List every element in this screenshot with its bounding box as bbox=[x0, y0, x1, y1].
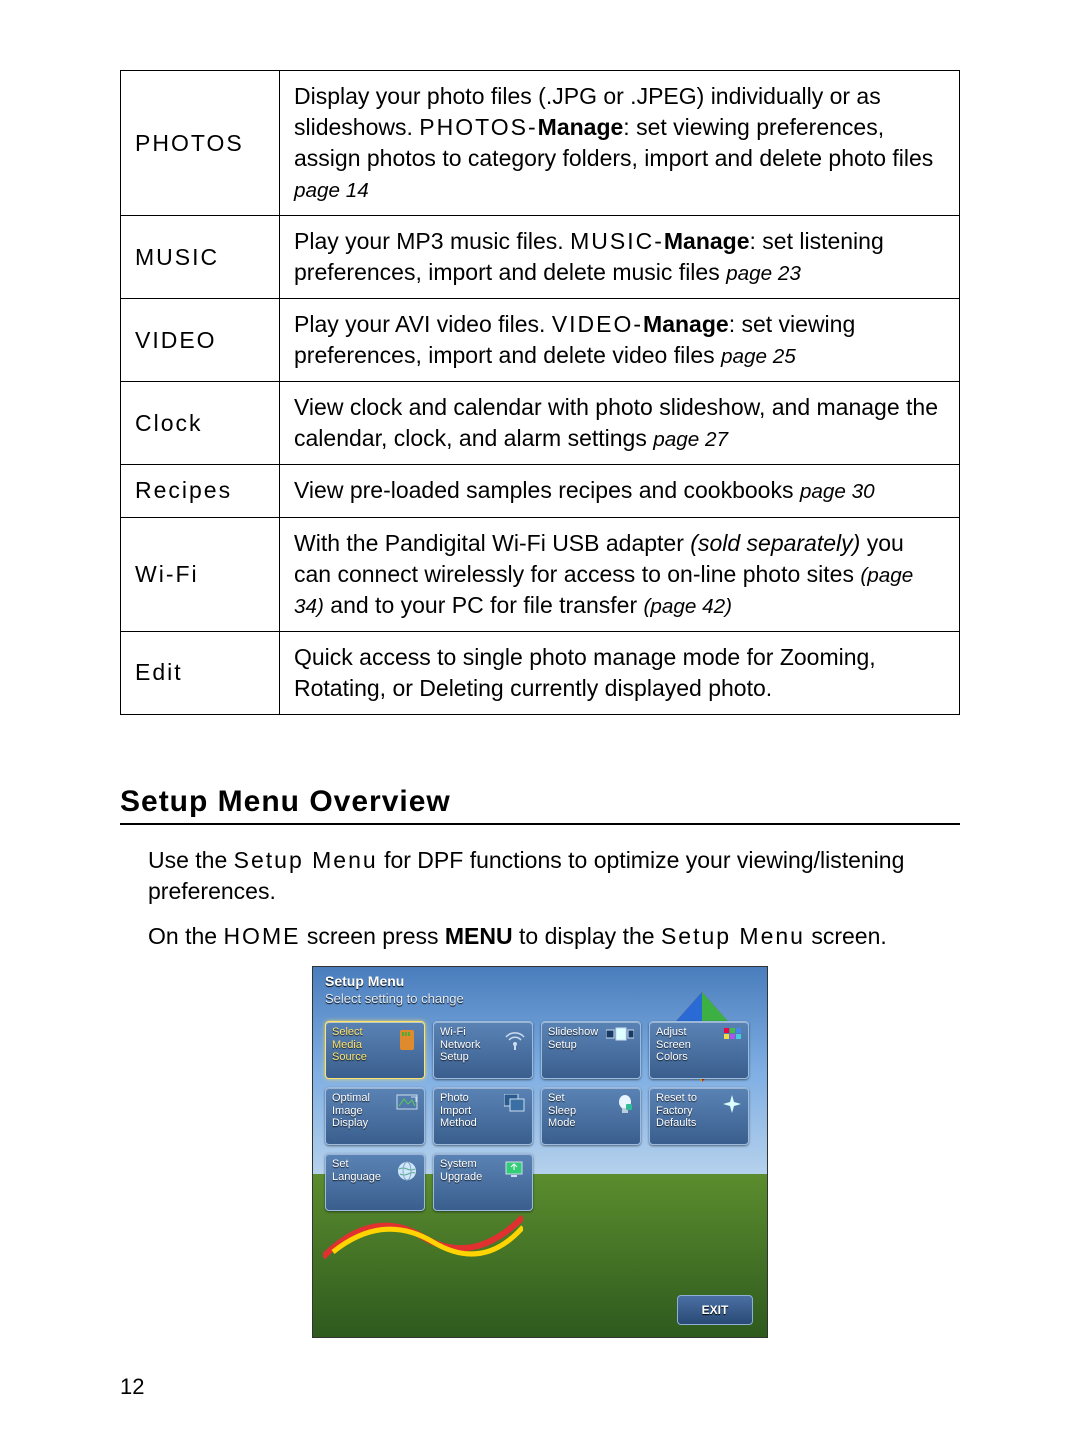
tile-photo-import-method[interactable]: Photo Import Method bbox=[433, 1087, 533, 1145]
paragraph: On the HOME screen press MENU to display… bbox=[148, 921, 960, 952]
exit-button[interactable]: EXIT bbox=[677, 1295, 753, 1325]
row-desc: Play your MP3 music files. MUSIC-Manage:… bbox=[280, 216, 960, 299]
photo-import-icon bbox=[504, 1094, 526, 1112]
row-label: Edit bbox=[121, 631, 280, 714]
table-row: PHOTOS Display your photo files (.JPG or… bbox=[121, 71, 960, 216]
table-row: Edit Quick access to single photo manage… bbox=[121, 631, 960, 714]
row-desc: View clock and calendar with photo slide… bbox=[280, 382, 960, 465]
sparkle-icon bbox=[722, 1094, 742, 1114]
document-page: PHOTOS Display your photo files (.JPG or… bbox=[0, 0, 1080, 1440]
table-row: VIDEO Play your AVI video files. VIDEO-M… bbox=[121, 299, 960, 382]
row-label: MUSIC bbox=[121, 216, 280, 299]
features-table: PHOTOS Display your photo files (.JPG or… bbox=[120, 70, 960, 715]
table-row: MUSIC Play your MP3 music files. MUSIC-M… bbox=[121, 216, 960, 299]
tile-set-sleep-mode[interactable]: Set Sleep Mode bbox=[541, 1087, 641, 1145]
tile-optimal-image-display[interactable]: Optimal Image Display bbox=[325, 1087, 425, 1145]
row-desc: Play your AVI video files. VIDEO-Manage:… bbox=[280, 299, 960, 382]
tile-grid: Select Media Source Wi-Fi Network Setup bbox=[325, 1021, 755, 1219]
slideshow-icon bbox=[606, 1026, 634, 1042]
row-desc: Quick access to single photo manage mode… bbox=[280, 631, 960, 714]
row-label: PHOTOS bbox=[121, 71, 280, 216]
row-label: Wi-Fi bbox=[121, 517, 280, 631]
tile-wifi-network-setup[interactable]: Wi-Fi Network Setup bbox=[433, 1021, 533, 1079]
wifi-antenna-icon bbox=[504, 1028, 526, 1050]
table-row: Clock View clock and calendar with photo… bbox=[121, 382, 960, 465]
row-desc: View pre-loaded samples recipes and cook… bbox=[280, 465, 960, 517]
page-number: 12 bbox=[120, 1374, 960, 1400]
row-label: VIDEO bbox=[121, 299, 280, 382]
screen-header: Setup Menu Select setting to change bbox=[313, 967, 767, 1008]
setup-menu-screenshot: Setup Menu Select setting to change Sele… bbox=[312, 966, 768, 1338]
lightbulb-icon bbox=[616, 1094, 634, 1116]
table-row: Recipes View pre-loaded samples recipes … bbox=[121, 465, 960, 517]
tile-select-media-source[interactable]: Select Media Source bbox=[325, 1021, 425, 1079]
row-label: Clock bbox=[121, 382, 280, 465]
section-heading: Setup Menu Overview bbox=[120, 785, 960, 825]
tile-slideshow-setup[interactable]: Slideshow Setup bbox=[541, 1021, 641, 1079]
row-desc: With the Pandigital Wi-Fi USB adapter (s… bbox=[280, 517, 960, 631]
paragraph: Use the Setup Menu for DPF functions to … bbox=[148, 845, 960, 907]
globe-icon bbox=[396, 1160, 418, 1182]
tile-reset-factory-defaults[interactable]: Reset to Factory Defaults bbox=[649, 1087, 749, 1145]
row-desc: Display your photo files (.JPG or .JPEG)… bbox=[280, 71, 960, 216]
tile-set-language[interactable]: Set Language bbox=[325, 1153, 425, 1211]
row-label: Recipes bbox=[121, 465, 280, 517]
table-row: Wi-Fi With the Pandigital Wi-Fi USB adap… bbox=[121, 517, 960, 631]
tile-adjust-screen-colors[interactable]: Adjust Screen Colors bbox=[649, 1021, 749, 1079]
screen-subtitle: Select setting to change bbox=[325, 991, 755, 1006]
tile-system-upgrade[interactable]: System Upgrade bbox=[433, 1153, 533, 1211]
monitor-upgrade-icon bbox=[504, 1160, 526, 1180]
optimal-display-icon bbox=[396, 1094, 418, 1112]
color-grid-icon bbox=[724, 1028, 742, 1046]
sd-card-icon bbox=[398, 1028, 418, 1052]
screen-title: Setup Menu bbox=[325, 973, 755, 989]
